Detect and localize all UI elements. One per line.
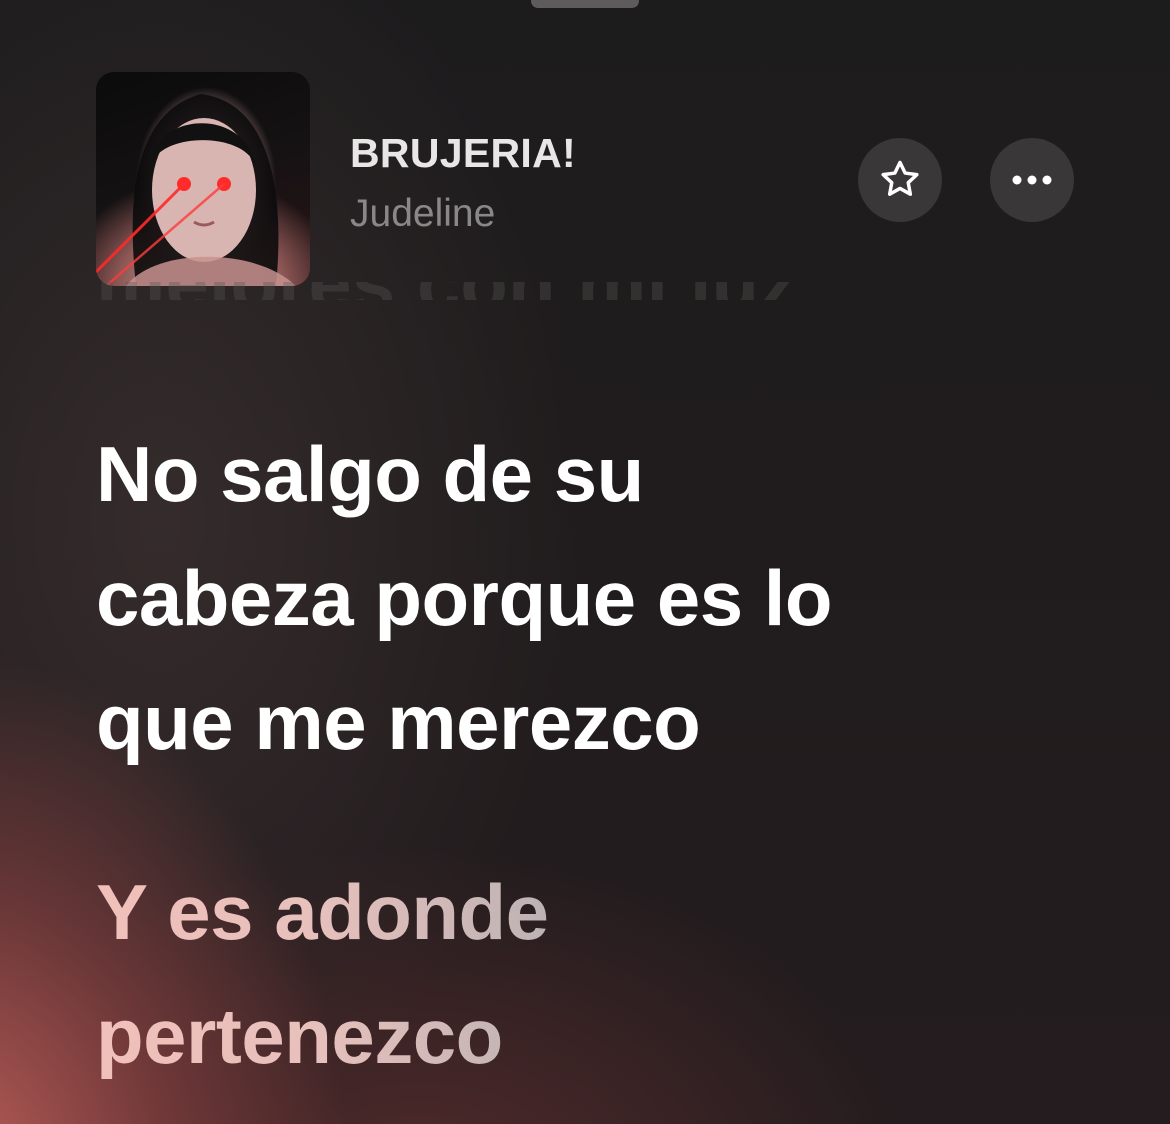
album-artwork[interactable] bbox=[96, 72, 310, 286]
sheet-grabber-handle[interactable] bbox=[531, 0, 639, 8]
lyric-current-line: No salgo de su bbox=[96, 430, 644, 518]
album-artwork-illustration bbox=[96, 94, 296, 286]
lyric-next[interactable]: Y es adonde pertenezco bbox=[96, 850, 1096, 1098]
lyric-next-line: Y es adonde bbox=[96, 868, 549, 956]
star-icon bbox=[881, 160, 919, 196]
lyric-next-line: pertenezco bbox=[96, 992, 503, 1080]
now-playing-header: BRUJERIA! Judeline bbox=[96, 72, 1076, 286]
more-options-button[interactable] bbox=[990, 138, 1074, 222]
lyric-current-line: cabeza porque es lo bbox=[96, 554, 833, 642]
favorite-button[interactable] bbox=[858, 138, 942, 222]
song-title[interactable]: BRUJERIA! bbox=[350, 130, 576, 177]
ellipsis-icon bbox=[1012, 175, 1052, 185]
artist-name[interactable]: Judeline bbox=[350, 192, 495, 236]
lyric-current-line: que me merezco bbox=[96, 678, 701, 766]
lyric-current[interactable]: No salgo de su cabeza porque es lo que m… bbox=[96, 412, 1096, 784]
